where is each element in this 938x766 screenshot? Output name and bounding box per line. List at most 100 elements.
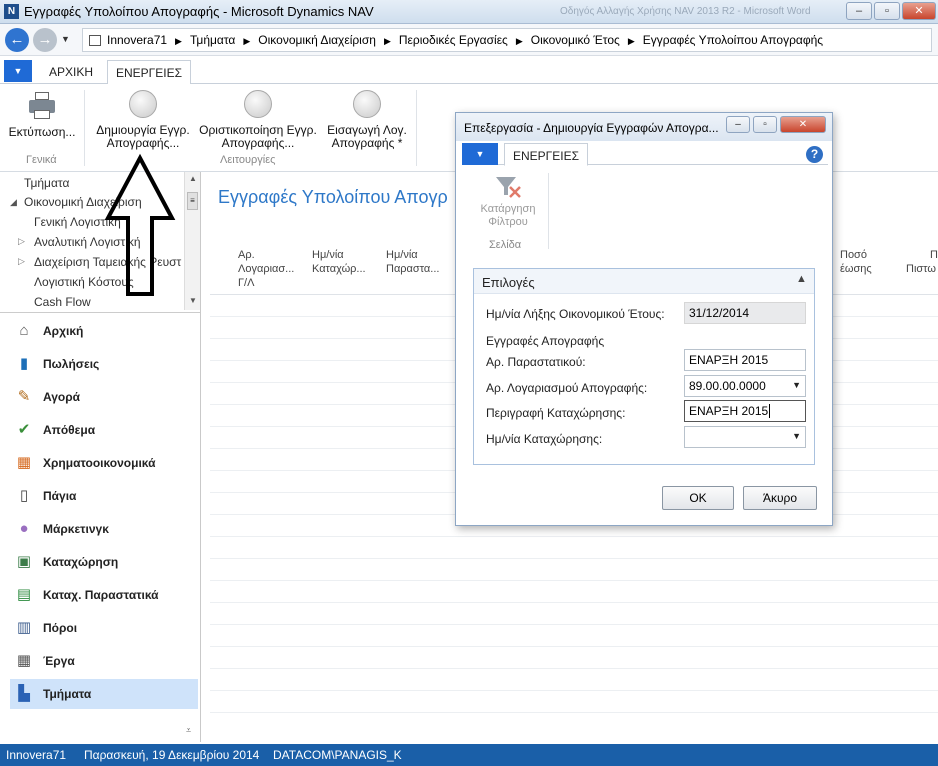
dialog-title-bar: Επεξεργασία - Δημιουργία Εγγραφών Απογρα… <box>456 113 832 141</box>
breadcrumb-separator-icon: ▶ <box>383 36 391 46</box>
options-panel-header[interactable]: Επιλογές ▲ <box>474 269 814 294</box>
breadcrumb-item[interactable]: Περιοδικές Εργασίες <box>399 33 508 47</box>
posting-date-select[interactable]: ▼ <box>684 426 806 448</box>
forward-button[interactable]: → <box>33 28 57 52</box>
group-page-label: Σελίδα <box>489 239 522 251</box>
nav-menu-options-icon[interactable]: ⩡ <box>186 725 191 736</box>
dialog-title: Επεξεργασία - Δημιουργία Εγγραφών Απογρα… <box>464 121 719 135</box>
create-inventory-entries-dialog: Επεξεργασία - Δημιουργία Εγγραφών Απογρα… <box>455 112 833 526</box>
breadcrumb-item[interactable]: Τμήματα <box>190 33 235 47</box>
collapse-chevron-icon[interactable]: ▲ <box>796 273 807 285</box>
grid-row-line <box>210 712 938 713</box>
breadcrumb[interactable]: Innovera71 ▶ Τμήματα ▶ Οικονομική Διαχείριση… <box>82 28 932 52</box>
account-no-label: Αρ. Λογαριασμού Απογραφής: <box>486 381 648 395</box>
column-header-amount[interactable]: Ποσό έωσης <box>840 248 872 276</box>
expand-icon[interactable]: ▷ <box>18 236 25 247</box>
dialog-minimize-button[interactable]: – <box>726 116 750 133</box>
grid-row-line <box>210 668 938 669</box>
col-line: Αρ. <box>238 249 255 261</box>
dialog-maximize-button[interactable]: ▫ <box>753 116 777 133</box>
tree-item[interactable]: Τμήματα <box>24 176 69 190</box>
nav-departments[interactable]: ▙ Τμήματα <box>10 679 198 709</box>
marketing-icon: ● <box>19 520 29 537</box>
column-header-account[interactable]: Αρ. Λογαριασ... Γ/Λ <box>238 248 294 290</box>
nav-marketing[interactable]: ● Μάρκετινγκ <box>10 514 198 544</box>
breadcrumb-item[interactable]: Οικονομική Διαχείριση <box>258 33 376 47</box>
import-inventory-account-button[interactable]: Εισαγωγή Λογ. Απογραφής * <box>322 90 412 150</box>
ribbon-divider <box>84 90 85 166</box>
tree-scrollbar[interactable]: ▲ ≡ ▼ <box>184 172 200 310</box>
grid-row-line <box>210 624 938 625</box>
document-no-field[interactable]: ΕΝΑΡΞΗ 2015 <box>684 349 806 371</box>
expand-icon[interactable]: ▷ <box>18 256 25 267</box>
account-no-select[interactable]: 89.00.00.0000 ▼ <box>684 375 806 397</box>
column-header-document-date[interactable]: Ημ/νία Παραστα... <box>386 248 439 276</box>
address-bar: ← → ▼ Innovera71 ▶ Τμήματα ▶ Οικονομική Διαχ… <box>0 24 938 56</box>
nav-sales[interactable]: ▮ Πωλήσεις <box>10 349 198 379</box>
nav-label: Καταχώρηση <box>43 555 119 569</box>
fiscal-end-field[interactable]: 31/12/2014 <box>684 302 806 324</box>
minimize-button[interactable]: – <box>846 2 872 20</box>
resources-icon: ▥ <box>16 619 32 636</box>
dialog-ribbon-tabs: ▼ ΕΝΕΡΓΕΙΕΣ ? <box>462 143 828 166</box>
dialog-file-menu-button[interactable]: ▼ <box>462 143 498 165</box>
tree-item[interactable]: Cash Flow <box>34 295 91 309</box>
nav-label: Πόροι <box>43 621 78 635</box>
document-no-label: Αρ. Παραστατικού: <box>486 355 586 369</box>
col-line: Πιστω <box>906 263 936 275</box>
nav-resources[interactable]: ▥ Πόροι <box>10 613 198 643</box>
scroll-up-icon[interactable]: ▲ <box>189 174 197 183</box>
column-header-posting-date[interactable]: Ημ/νία Καταχώρ... <box>312 248 366 276</box>
status-user: DATACOM\PANAGIS_K <box>273 748 402 762</box>
nav-posted-documents[interactable]: ▤ Καταχ. Παραστατικά <box>10 580 198 610</box>
nav-home[interactable]: ⌂ Αρχική <box>10 316 198 346</box>
nav-finance[interactable]: ▦ Χρηματοοικονομικά <box>10 448 198 478</box>
nav-jobs[interactable]: ▦ Έργα <box>10 646 198 676</box>
column-header-credit[interactable]: Π Πιστω <box>906 248 938 276</box>
fixed-assets-icon: ▯ <box>19 487 29 504</box>
purchase-icon: ✎ <box>17 388 31 405</box>
help-icon[interactable]: ? <box>806 146 823 163</box>
posting-description-field[interactable]: ΕΝΑΡΞΗ 2015 <box>684 400 806 422</box>
finalize-inventory-entries-button[interactable]: Οριστικοποίηση Εγγρ. Απογραφής... <box>196 90 320 150</box>
breadcrumb-item[interactable]: Οικονομικό Έτος <box>531 33 620 47</box>
nav-purchase[interactable]: ✎ Αγορά <box>10 382 198 412</box>
print-button[interactable]: Εκτύπωση... <box>6 92 78 139</box>
navigation-menu: ⌂ Αρχική ▮ Πωλήσεις ✎ Αγορά ✔ Απόθεμα ▦ … <box>0 312 200 742</box>
col-line: Ημ/νία <box>386 249 418 261</box>
collapse-icon[interactable]: ◢ <box>10 197 17 208</box>
dialog-tab-actions[interactable]: ΕΝΕΡΓΕΙΕΣ <box>504 143 589 166</box>
breadcrumb-item[interactable]: Innovera71 <box>107 33 167 47</box>
nav-inventory[interactable]: ✔ Απόθεμα <box>10 415 198 445</box>
home-icon: ⌂ <box>19 322 29 339</box>
finalize-line2: Απογραφής... <box>221 136 295 150</box>
nav-label: Αγορά <box>43 390 81 404</box>
nav-label: Τμήματα <box>43 687 92 701</box>
cancel-button[interactable]: Άκυρο <box>743 486 817 510</box>
col-line: Π <box>930 249 938 261</box>
nav-label: Καταχ. Παραστατικά <box>43 588 159 602</box>
maximize-button[interactable]: ▫ <box>874 2 900 20</box>
col-line: Παραστα... <box>386 263 440 275</box>
tab-home[interactable]: ΑΡΧΙΚΗ <box>49 65 93 79</box>
dialog-close-button[interactable]: ✕ <box>780 116 826 133</box>
nav-posting[interactable]: ▣ Καταχώρηση <box>10 547 198 577</box>
nav-label: Απόθεμα <box>43 423 96 437</box>
departments-icon: ▙ <box>18 685 30 702</box>
scroll-thumb[interactable]: ≡ <box>187 192 198 210</box>
ok-button[interactable]: OK <box>662 486 734 510</box>
history-dropdown-icon[interactable]: ▼ <box>61 34 70 44</box>
file-menu-button[interactable]: ▼ <box>4 60 32 82</box>
nav-fixed-assets[interactable]: ▯ Πάγια <box>10 481 198 511</box>
dropdown-arrow-icon[interactable]: ▼ <box>792 380 801 390</box>
create-inventory-entries-button[interactable]: Δημιουργία Εγγρ. Απογραφής... <box>90 90 196 150</box>
clear-filter-button[interactable]: Κατάργηση Φίλτρου <box>472 171 544 229</box>
action-placeholder-icon <box>353 90 381 118</box>
dropdown-arrow-icon[interactable]: ▼ <box>792 431 801 441</box>
breadcrumb-item[interactable]: Εγγραφές Υπολοίπου Απογραφής <box>643 33 823 47</box>
nav-label: Χρηματοοικονομικά <box>43 456 156 470</box>
scroll-down-icon[interactable]: ▼ <box>189 296 197 305</box>
back-button[interactable]: ← <box>5 28 29 52</box>
tab-actions[interactable]: ΕΝΕΡΓΕΙΕΣ <box>107 60 192 85</box>
close-button[interactable]: ✕ <box>902 2 936 20</box>
